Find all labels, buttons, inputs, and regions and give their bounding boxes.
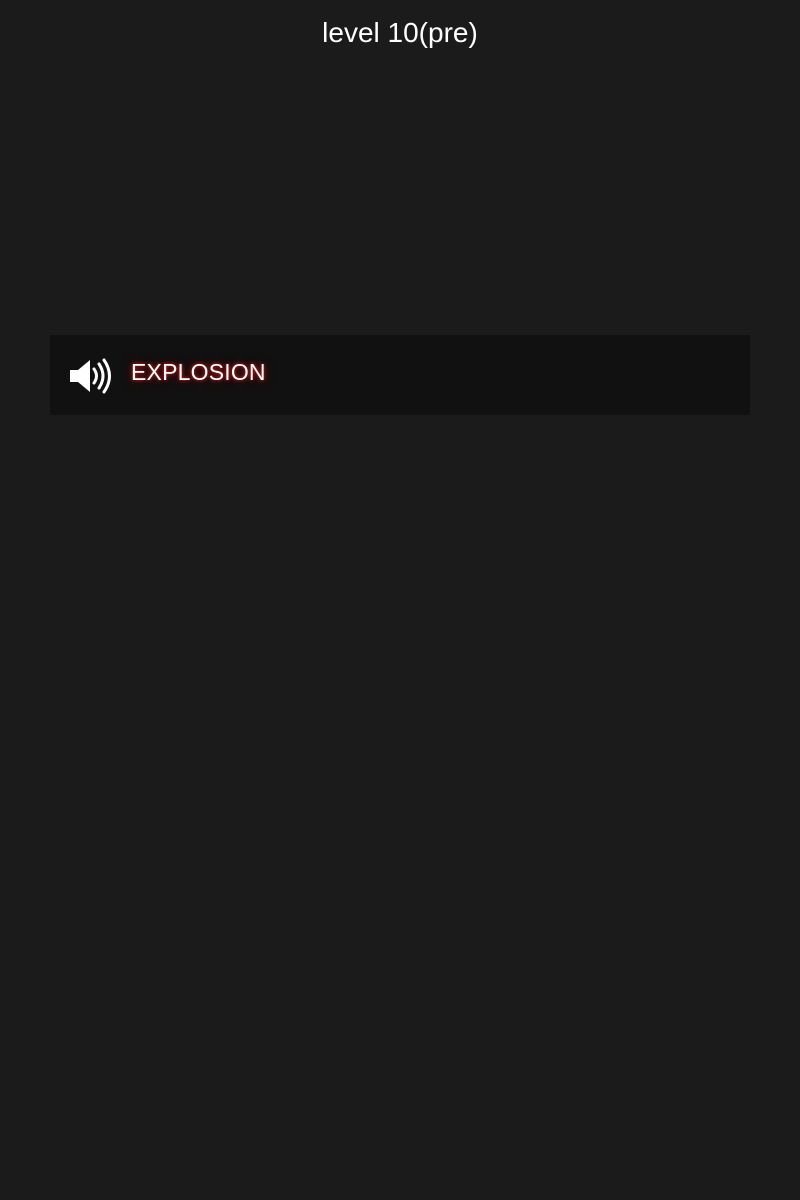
sound-item-label: EXPLOSION — [131, 359, 266, 385]
level-screen: level 10(pre) EXPLOSION — [0, 0, 800, 1200]
speaker-volume-icon[interactable] — [69, 358, 113, 394]
page-title: level 10(pre) — [322, 17, 478, 48]
